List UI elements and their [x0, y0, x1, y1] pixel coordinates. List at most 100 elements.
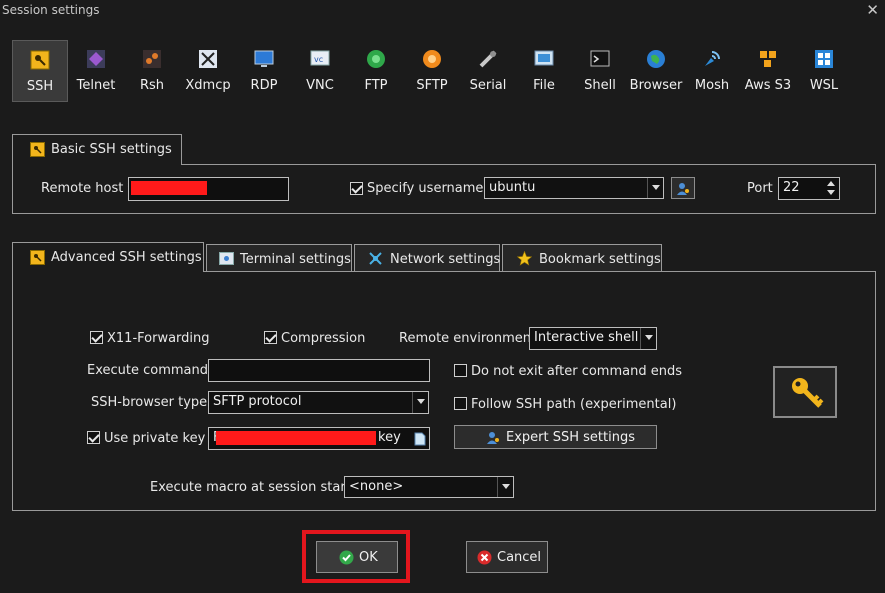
- port-spinner[interactable]: 22: [778, 177, 840, 200]
- cancel-circle-icon: [477, 550, 492, 565]
- protocol-label: File: [533, 78, 555, 93]
- no-exit-checkbox[interactable]: [454, 364, 467, 377]
- protocol-label: RDP: [250, 78, 278, 93]
- file-browse-icon[interactable]: [414, 432, 426, 446]
- protocol-rsh[interactable]: Rsh: [124, 40, 180, 102]
- serial-icon: [479, 50, 497, 68]
- rsh-icon: [143, 50, 161, 68]
- x11-forwarding-checkbox[interactable]: [90, 331, 103, 344]
- ssh-key-icon: [30, 250, 45, 265]
- star-icon: [517, 251, 532, 266]
- port-value: 22: [783, 180, 800, 195]
- vnc-icon: vc: [310, 50, 330, 66]
- check-circle-icon: [339, 550, 354, 565]
- ssh-key-icon: [30, 50, 50, 70]
- redaction-mark: [216, 431, 376, 445]
- specify-username-label[interactable]: Specify username: [367, 181, 483, 196]
- protocol-browser[interactable]: Browser: [628, 40, 684, 102]
- user-key-icon: [487, 432, 499, 444]
- ssh-browser-type-label: SSH-browser type:: [91, 395, 212, 410]
- chevron-down-icon[interactable]: [647, 178, 663, 198]
- execute-macro-value: <none>: [349, 479, 404, 494]
- specify-username-checkbox[interactable]: [350, 182, 363, 195]
- protocol-label: VNC: [306, 78, 334, 93]
- protocol-label: Aws S3: [744, 78, 792, 93]
- protocol-file[interactable]: File: [516, 40, 572, 102]
- no-exit-label[interactable]: Do not exit after command ends: [471, 364, 682, 379]
- tab-advanced-ssh-settings[interactable]: Advanced SSH settings: [12, 242, 204, 272]
- compression-label[interactable]: Compression: [281, 331, 365, 346]
- protocol-label: Shell: [584, 78, 616, 93]
- chevron-down-icon[interactable]: [412, 392, 428, 413]
- remote-environment-select[interactable]: Interactive shell: [529, 327, 657, 350]
- use-private-key-checkbox[interactable]: [87, 431, 100, 444]
- protocol-label: SFTP: [416, 78, 448, 93]
- username-value: ubuntu: [489, 180, 536, 195]
- protocol-serial[interactable]: Serial: [460, 40, 516, 102]
- protocol-label: Mosh: [694, 78, 730, 93]
- expert-ssh-settings-button[interactable]: Expert SSH settings: [454, 425, 657, 449]
- tab-terminal-settings[interactable]: Terminal settings: [206, 244, 352, 272]
- terminal-icon: [219, 252, 234, 265]
- xdmcp-icon: [199, 50, 217, 68]
- tab-network-settings[interactable]: Network settings: [354, 244, 500, 272]
- tab-label: Bookmark settings: [539, 252, 661, 267]
- use-private-key-label[interactable]: Use private key: [104, 431, 205, 446]
- tab-label: Basic SSH settings: [51, 142, 172, 157]
- tab-joint: [13, 271, 203, 273]
- protocol-aws-s3[interactable]: Aws S3: [740, 40, 796, 102]
- remote-environment-value: Interactive shell: [534, 330, 639, 345]
- ssh-key-icon: [30, 142, 45, 157]
- username-select[interactable]: ubuntu: [484, 177, 664, 199]
- browser-icon: [647, 50, 665, 68]
- execute-command-input[interactable]: [208, 359, 430, 382]
- protocol-telnet[interactable]: Telnet: [68, 40, 124, 102]
- telnet-icon: [87, 50, 105, 68]
- compression-checkbox[interactable]: [264, 331, 277, 344]
- protocol-xdmcp[interactable]: Xdmcp: [180, 40, 236, 102]
- chevron-down-icon[interactable]: [497, 477, 513, 497]
- key-manager-button[interactable]: [773, 366, 837, 418]
- protocol-ftp[interactable]: FTP: [348, 40, 404, 102]
- user-manager-button[interactable]: [671, 177, 695, 199]
- chevron-down-icon[interactable]: [640, 328, 656, 349]
- private-key-suffix: key: [378, 430, 401, 445]
- protocol-rdp[interactable]: RDP: [236, 40, 292, 102]
- tab-basic-ssh-settings[interactable]: Basic SSH settings: [12, 134, 182, 165]
- protocol-label: WSL: [809, 78, 839, 93]
- protocol-sftp[interactable]: SFTP: [404, 40, 460, 102]
- key-icon: [792, 378, 824, 408]
- x11-forwarding-label[interactable]: X11-Forwarding: [107, 331, 210, 346]
- expert-ssh-settings-label: Expert SSH settings: [506, 430, 635, 445]
- redaction-mark: [131, 181, 207, 195]
- title-bar: Session settings ✕: [0, 0, 885, 22]
- protocol-shell[interactable]: Shell: [572, 40, 628, 102]
- protocol-label: Xdmcp: [185, 78, 231, 93]
- file-icon: [534, 50, 554, 66]
- ssh-browser-type-value: SFTP protocol: [213, 394, 302, 409]
- protocol-wsl[interactable]: WSL: [796, 40, 852, 102]
- tab-bookmark-settings[interactable]: Bookmark settings: [502, 244, 662, 272]
- advanced-settings-panel: [12, 271, 876, 511]
- protocol-label: Telnet: [76, 78, 116, 93]
- protocol-ssh[interactable]: SSH: [12, 40, 68, 102]
- svg-text:vc: vc: [314, 55, 323, 64]
- user-key-icon: [677, 183, 689, 195]
- ssh-browser-type-select[interactable]: SFTP protocol: [208, 391, 429, 414]
- window-title: Session settings: [2, 3, 100, 17]
- cancel-button[interactable]: Cancel: [466, 541, 548, 573]
- shell-icon: [590, 50, 610, 67]
- follow-ssh-path-label[interactable]: Follow SSH path (experimental): [471, 397, 676, 412]
- ok-button[interactable]: OK: [316, 541, 398, 573]
- protocol-vnc[interactable]: vc VNC: [292, 40, 348, 102]
- execute-command-label: Execute command:: [87, 363, 213, 378]
- tab-label: Network settings: [390, 252, 501, 267]
- spinner-arrows-icon[interactable]: [823, 178, 839, 199]
- follow-ssh-path-checkbox[interactable]: [454, 397, 467, 410]
- close-icon[interactable]: ✕: [866, 1, 879, 19]
- execute-macro-select[interactable]: <none>: [344, 476, 514, 498]
- ok-label: OK: [359, 550, 378, 565]
- remote-host-label: Remote host *: [41, 181, 134, 196]
- protocol-mosh[interactable]: Mosh: [684, 40, 740, 102]
- protocol-label: Serial: [469, 78, 507, 93]
